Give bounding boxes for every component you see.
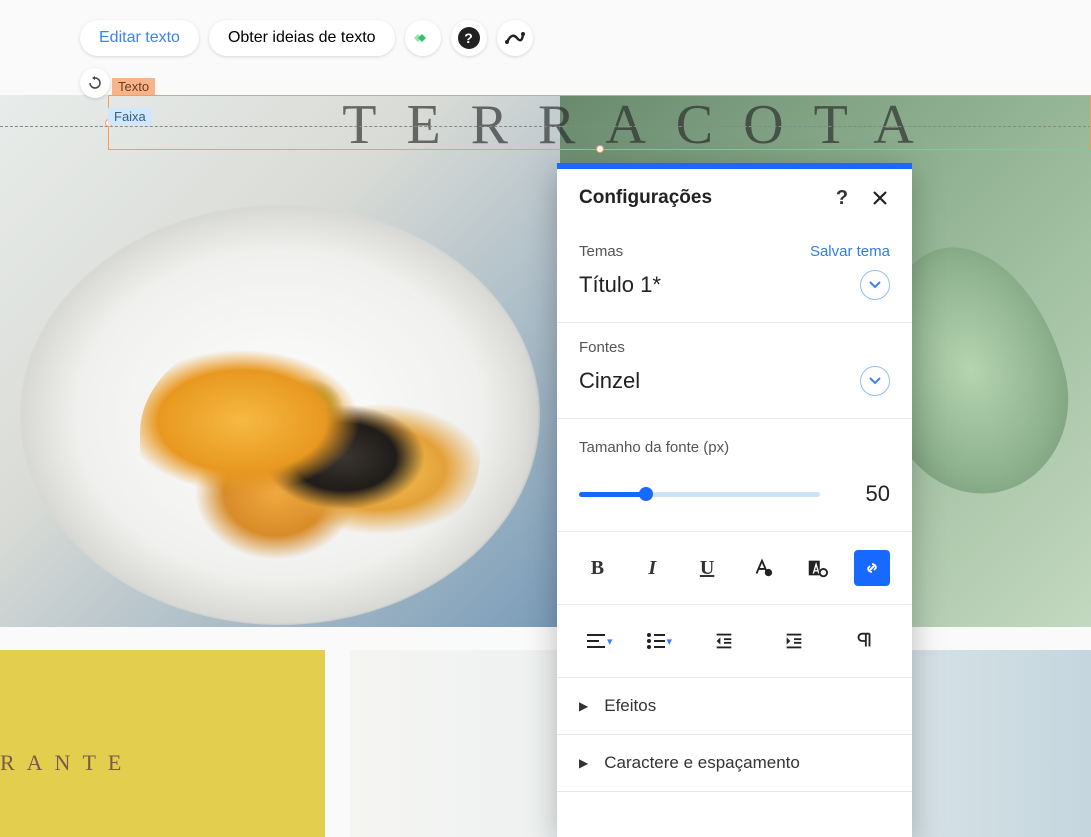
chevron-right-icon: ▶ <box>579 756 588 770</box>
path-icon-button[interactable] <box>497 20 533 56</box>
char-spacing-label: Caractere e espaçamento <box>604 753 800 773</box>
wave-icon <box>505 30 525 46</box>
bottom-yellow-block: RANTE <box>0 650 325 837</box>
text-color-button[interactable] <box>744 550 780 586</box>
bullet-list-icon <box>647 633 665 649</box>
hero-image-left <box>0 95 560 627</box>
rtl-icon <box>853 630 875 652</box>
diamonds-icon <box>413 31 433 45</box>
save-theme-link[interactable]: Salvar tema <box>810 243 890 260</box>
link-icon <box>861 557 883 579</box>
theme-value: Título 1* <box>579 272 661 298</box>
indent-icon <box>783 630 805 652</box>
list-button[interactable]: ▾ <box>647 633 673 649</box>
slider-fill <box>579 492 646 497</box>
text-color-icon <box>751 557 773 579</box>
underline-button[interactable]: U <box>689 550 725 586</box>
font-size-label: Tamanho da fonte (px) <box>579 439 729 456</box>
animation-icon-button[interactable] <box>405 20 441 56</box>
themes-section: Temas Salvar tema Título 1* <box>557 227 912 323</box>
question-icon: ? <box>458 27 480 49</box>
align-left-icon <box>587 633 605 649</box>
chevron-down-icon: ▾ <box>667 635 673 648</box>
element-label-texto[interactable]: Texto <box>112 78 155 95</box>
themes-label: Temas <box>579 243 623 260</box>
font-size-value[interactable]: 50 <box>850 481 890 507</box>
resize-handle-bottom[interactable] <box>596 145 604 153</box>
font-value: Cinzel <box>579 368 640 394</box>
decrease-indent-button[interactable] <box>706 623 742 659</box>
slider-handle[interactable] <box>639 487 653 501</box>
text-selection-outline[interactable] <box>108 95 1091 150</box>
element-label-faixa[interactable]: Faixa <box>108 108 152 125</box>
bottom-text-fragment: RANTE <box>0 750 325 776</box>
text-edit-toolbar: Editar texto Obter ideias de texto ? <box>80 20 533 56</box>
align-button[interactable]: ▾ <box>587 633 613 649</box>
text-direction-button[interactable] <box>846 623 882 659</box>
panel-help-icon[interactable]: ? <box>832 188 852 208</box>
help-icon-button[interactable]: ? <box>451 20 487 56</box>
close-icon[interactable] <box>870 188 890 208</box>
font-size-slider[interactable] <box>579 492 820 497</box>
text-style-row: B I U <box>557 532 912 605</box>
effects-label: Efeitos <box>604 696 656 716</box>
char-spacing-accordion[interactable]: ▶ Caractere e espaçamento <box>557 735 912 792</box>
chevron-right-icon: ▶ <box>579 699 588 713</box>
chevron-down-icon: ▾ <box>607 635 613 648</box>
edit-text-button[interactable]: Editar texto <box>80 20 199 56</box>
bold-button[interactable]: B <box>579 550 615 586</box>
chevron-down-icon[interactable] <box>860 366 890 396</box>
highlight-icon <box>806 557 828 579</box>
font-dropdown[interactable]: Cinzel <box>579 366 890 396</box>
food-graphic <box>140 325 480 565</box>
fonts-label: Fontes <box>579 339 625 356</box>
panel-title: Configurações <box>579 187 712 209</box>
highlight-button[interactable] <box>799 550 835 586</box>
font-size-section: Tamanho da fonte (px) 50 <box>557 419 912 532</box>
get-text-ideas-button[interactable]: Obter ideias de texto <box>209 20 395 56</box>
paragraph-row: ▾ ▾ <box>557 605 912 678</box>
outdent-icon <box>713 630 735 652</box>
undo-icon <box>87 75 103 91</box>
link-button[interactable] <box>854 550 890 586</box>
undo-button[interactable] <box>80 68 110 98</box>
effects-accordion[interactable]: ▶ Efeitos <box>557 678 912 735</box>
chevron-down-icon[interactable] <box>860 270 890 300</box>
theme-dropdown[interactable]: Título 1* <box>579 270 890 300</box>
fonts-section: Fontes Cinzel <box>557 323 912 419</box>
panel-header: Configurações ? <box>557 169 912 227</box>
italic-button[interactable]: I <box>634 550 670 586</box>
increase-indent-button[interactable] <box>776 623 812 659</box>
text-settings-panel: Configurações ? Temas Salvar tema Título… <box>557 163 912 837</box>
